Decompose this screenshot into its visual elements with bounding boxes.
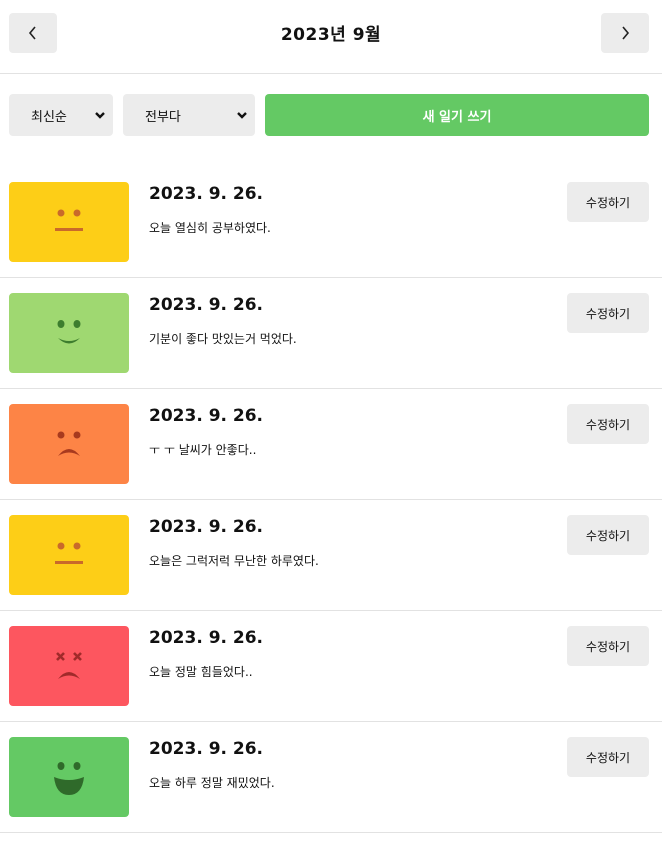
edit-button[interactable]: 수정하기 [567, 737, 649, 777]
list-item: 2023. 9. 26. 오늘은 그럭저럭 무난한 하루였다. 수정하기 [0, 500, 662, 611]
emotion-image[interactable] [9, 404, 129, 484]
entry-date[interactable]: 2023. 9. 26. [149, 406, 263, 426]
chevron-down-icon [237, 112, 247, 119]
entry-date[interactable]: 2023. 9. 26. [149, 295, 263, 315]
emotion-image[interactable] [9, 737, 129, 817]
dizzy-face-icon [56, 652, 82, 679]
emotion-image[interactable] [9, 182, 129, 262]
entry-content[interactable]: 오늘 정말 힘들었다.. [149, 663, 253, 680]
sort-select-value: 최신순 [31, 109, 67, 125]
neutral-face-icon [55, 542, 83, 564]
entry-date[interactable]: 2023. 9. 26. [149, 517, 263, 537]
emotion-image[interactable] [9, 626, 129, 706]
list-item: 2023. 9. 26. 오늘 열심히 공부하였다. 수정하기 [0, 167, 662, 278]
entry-date[interactable]: 2023. 9. 26. [149, 739, 263, 759]
laugh-face-icon [54, 762, 84, 795]
edit-button[interactable]: 수정하기 [567, 182, 649, 222]
edit-button[interactable]: 수정하기 [567, 515, 649, 555]
entry-content[interactable]: 기분이 좋다 맛있는거 먹었다. [149, 330, 297, 347]
emotion-image[interactable] [9, 515, 129, 595]
next-month-button[interactable] [601, 13, 649, 53]
sort-select[interactable]: 최신순 [9, 94, 113, 136]
list-item: 2023. 9. 26. 기분이 좋다 맛있는거 먹었다. 수정하기 [0, 278, 662, 389]
entry-content[interactable]: ㅜ ㅜ 날씨가 안좋다.. [149, 441, 256, 458]
frown-face-icon [57, 431, 81, 456]
entry-date[interactable]: 2023. 9. 26. [149, 184, 263, 204]
filter-select-value: 전부다 [145, 109, 181, 125]
entry-content[interactable]: 오늘 하루 정말 재밌었다. [149, 774, 275, 791]
list-item: 2023. 9. 26. 오늘 정말 힘들었다.. 수정하기 [0, 611, 662, 722]
emotion-image[interactable] [9, 293, 129, 373]
new-diary-button[interactable]: 새 일기 쓰기 [265, 94, 649, 136]
entry-content[interactable]: 오늘 열심히 공부하였다. [149, 219, 271, 236]
edit-button[interactable]: 수정하기 [567, 293, 649, 333]
chevron-down-icon [95, 112, 105, 119]
edit-button[interactable]: 수정하기 [567, 404, 649, 444]
list-item: 2023. 9. 26. ㅜ ㅜ 날씨가 안좋다.. 수정하기 [0, 389, 662, 500]
edit-button[interactable]: 수정하기 [567, 626, 649, 666]
smile-face-icon [57, 320, 81, 344]
header: 2023년 9월 [0, 0, 662, 74]
neutral-face-icon [55, 209, 83, 231]
page-title: 2023년 9월 [280, 25, 382, 45]
filter-select[interactable]: 전부다 [123, 94, 255, 136]
entry-content[interactable]: 오늘은 그럭저럭 무난한 하루였다. [149, 552, 319, 569]
list-item: 2023. 9. 26. 오늘 하루 정말 재밌었다. 수정하기 [0, 722, 662, 833]
chevron-right-icon [622, 26, 630, 40]
diary-list: 2023. 9. 26. 오늘 열심히 공부하였다. 수정하기 2023. 9.… [0, 167, 662, 833]
controls-bar: 최신순 전부다 새 일기 쓰기 [0, 94, 662, 136]
entry-date[interactable]: 2023. 9. 26. [149, 628, 263, 648]
